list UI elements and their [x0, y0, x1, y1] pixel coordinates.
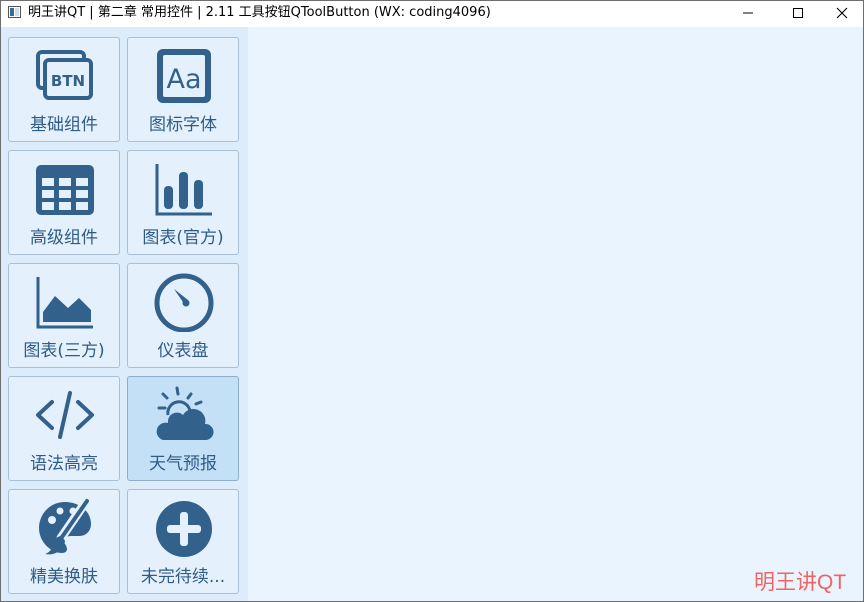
table-icon [36, 165, 94, 215]
font-icon: Aa [157, 49, 211, 103]
tool-button-icon-font[interactable]: Aa 图标字体 [127, 37, 239, 142]
minimize-icon [743, 12, 753, 14]
tool-button-label: 图标字体 [149, 115, 217, 135]
tool-button-label: 基础组件 [30, 115, 98, 135]
tool-button-chart-official[interactable]: 图表(官方) [127, 150, 239, 255]
area-chart-icon [36, 277, 93, 329]
tool-button-label: 语法高亮 [30, 454, 98, 474]
palette-icon [39, 498, 92, 555]
bar-chart-icon [155, 164, 212, 216]
tool-button-syntax-highlight[interactable]: 语法高亮 [8, 376, 120, 481]
svg-text:Aa: Aa [166, 64, 201, 95]
maximize-icon [793, 8, 803, 18]
main-window: 明王讲QT | 第二章 常用控件 | 2.11 工具按钮QToolButton … [0, 0, 864, 602]
tool-button-skin[interactable]: 精美换肤 [8, 489, 120, 594]
tool-button-label: 天气预报 [149, 454, 217, 474]
tool-button-label: 精美换肤 [30, 567, 98, 587]
window-title: 明王讲QT | 第二章 常用控件 | 2.11 工具按钮QToolButton … [28, 5, 491, 20]
app-icon [8, 6, 21, 18]
maximize-button[interactable] [775, 1, 821, 25]
tool-button-weather[interactable]: 天气预报 [127, 376, 239, 481]
tool-button-advanced-widgets[interactable]: 高级组件 [8, 150, 120, 255]
tool-button-label: 图表(三方) [23, 341, 105, 361]
svg-text:BTN: BTN [51, 72, 85, 90]
tool-button-label: 仪表盘 [157, 341, 209, 361]
gauge-icon [154, 273, 214, 332]
tool-button-panel: BTN 基础组件 Aa 图标字体 高级组件 图表(官方) 图表(三方) 仪表盘 … [1, 27, 248, 601]
tool-button-label: 未完待续... [140, 567, 226, 587]
tool-button-label: 图表(官方) [142, 228, 224, 248]
weather-icon [156, 386, 214, 440]
tool-button-chart-third-party[interactable]: 图表(三方) [8, 263, 120, 368]
tool-button-basic-widgets[interactable]: BTN 基础组件 [8, 37, 120, 142]
btn-icon: BTN [36, 50, 93, 100]
plus-icon [156, 501, 212, 557]
watermark: 明王讲QT [754, 571, 847, 594]
title-bar[interactable]: 明王讲QT | 第二章 常用控件 | 2.11 工具按钮QToolButton … [1, 1, 863, 25]
close-button[interactable] [819, 1, 864, 25]
tool-button-to-be-continued[interactable]: 未完待续... [127, 489, 239, 594]
content-area [248, 27, 863, 601]
tool-button-label: 高级组件 [30, 228, 98, 248]
close-icon [836, 7, 848, 19]
tool-button-gauge[interactable]: 仪表盘 [127, 263, 239, 368]
code-icon [36, 391, 94, 439]
minimize-button[interactable] [725, 1, 771, 25]
